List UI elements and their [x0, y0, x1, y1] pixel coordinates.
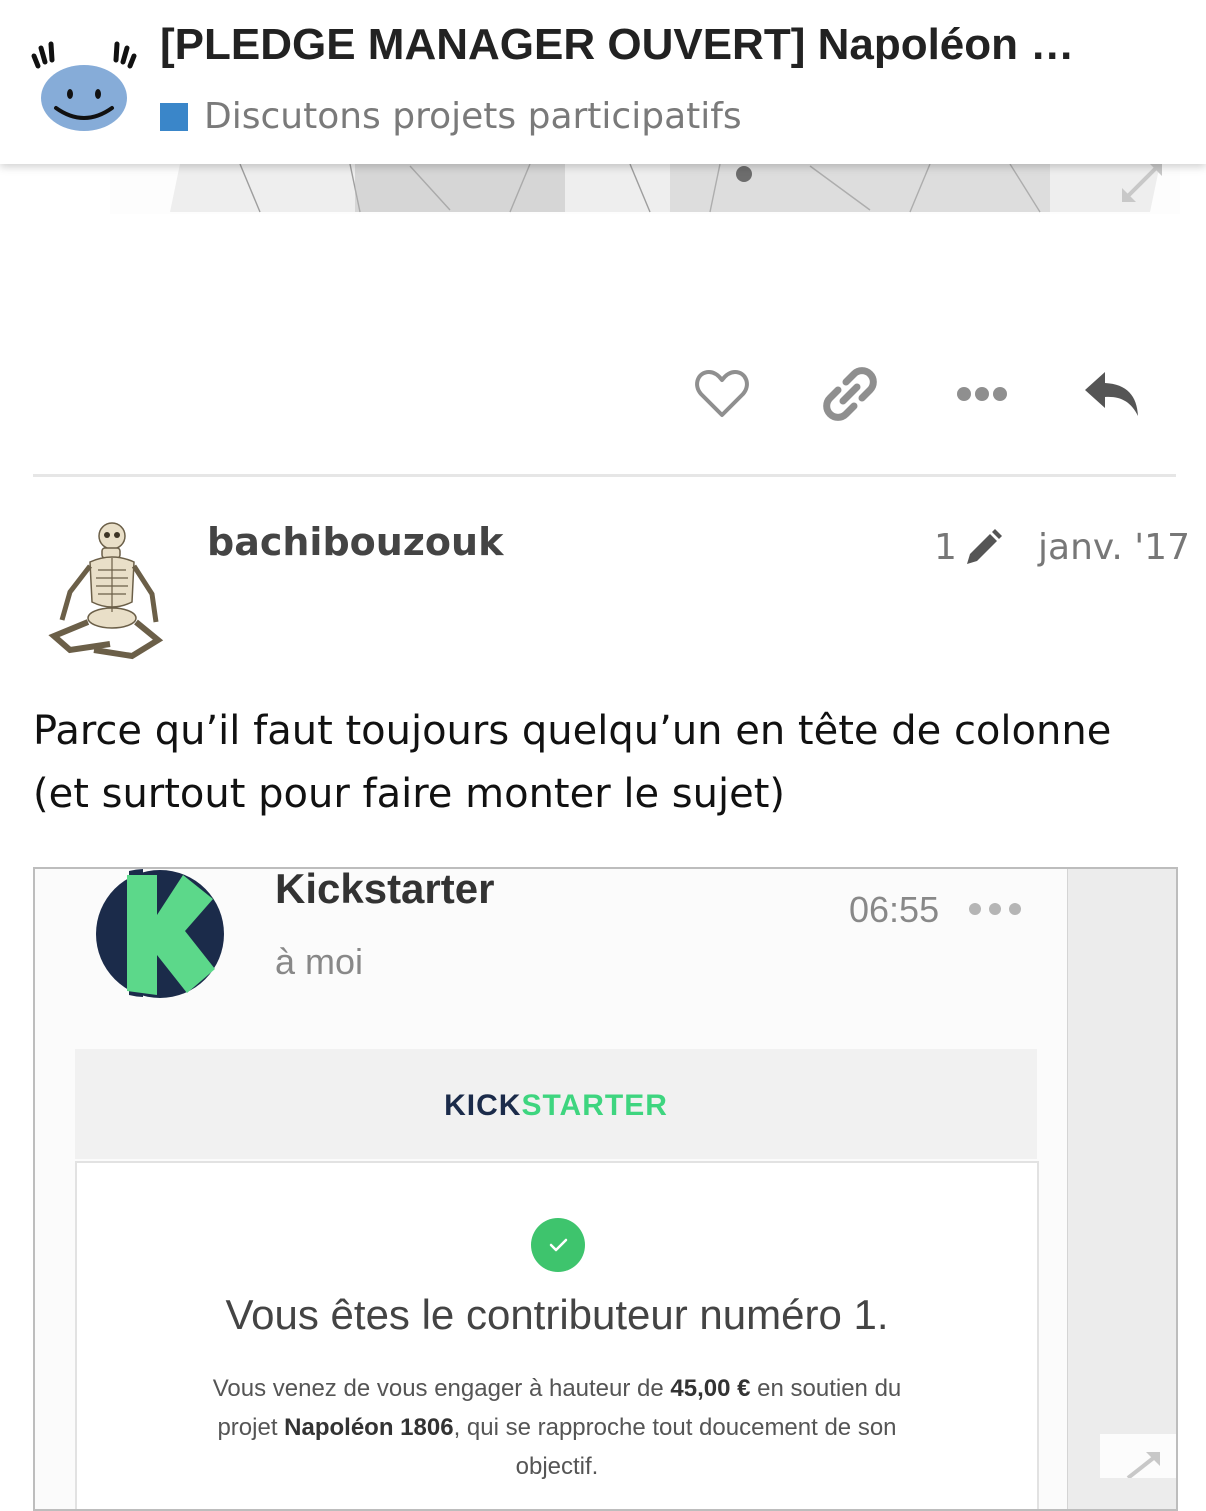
- site-logo[interactable]: [28, 36, 140, 136]
- email-recipient: à moi: [275, 941, 364, 982]
- expand-image-icon[interactable]: [1118, 162, 1166, 202]
- topic-title[interactable]: [PLEDGE MANAGER OUVERT] Napoléon …: [160, 20, 1160, 70]
- reply-button[interactable]: [1080, 362, 1144, 426]
- post-body: Parce qu’il faut toujours quelqu’un en t…: [33, 708, 1112, 817]
- embed-scroll-gutter: [1067, 869, 1176, 1509]
- email-card: Vous êtes le contributeur numéro 1. Vous…: [75, 1161, 1039, 1509]
- like-button[interactable]: [690, 362, 754, 426]
- previous-post-image[interactable]: [110, 164, 1180, 214]
- share-link-button[interactable]: [818, 362, 882, 426]
- post-date[interactable]: janv. '17: [1038, 527, 1190, 568]
- more-icon: [957, 387, 1007, 401]
- embedded-email-image[interactable]: Kickstarter à moi 06:55 KICKSTARTER Vous…: [33, 867, 1178, 1511]
- expand-image-icon[interactable]: [1100, 1434, 1176, 1478]
- pencil-icon: [966, 528, 1002, 564]
- category-name: Discutons projets participatifs: [204, 96, 742, 137]
- check-icon: [531, 1218, 585, 1272]
- email-headline: Vous êtes le contributeur numéro 1.: [225, 1291, 889, 1338]
- user-avatar[interactable]: [40, 522, 164, 662]
- link-icon: [823, 367, 877, 421]
- kickstarter-avatar: [96, 869, 224, 998]
- email-more-icon: [969, 903, 1021, 915]
- edit-count: 1: [934, 527, 957, 568]
- post-divider: [33, 474, 1176, 477]
- more-actions-button[interactable]: [950, 362, 1014, 426]
- email-time: 06:55: [849, 889, 940, 930]
- post-actions: [0, 362, 1206, 426]
- post-username[interactable]: bachibouzouk: [207, 520, 503, 564]
- topic-header: [PLEDGE MANAGER OUVERT] Napoléon … Discu…: [0, 0, 1206, 164]
- category-badge[interactable]: Discutons projets participatifs: [160, 96, 742, 137]
- heart-icon: [695, 370, 749, 417]
- kickstarter-wordmark: KICKSTARTER: [444, 1089, 668, 1122]
- email-sender: Kickstarter: [275, 867, 495, 912]
- email-text: Vous venez de vous engager à hauteur de …: [212, 1375, 902, 1480]
- reply-icon: [1085, 372, 1138, 416]
- category-color-box: [160, 102, 188, 131]
- edit-history[interactable]: 1: [934, 527, 1003, 568]
- email-banner: KICKSTARTER: [75, 1049, 1037, 1159]
